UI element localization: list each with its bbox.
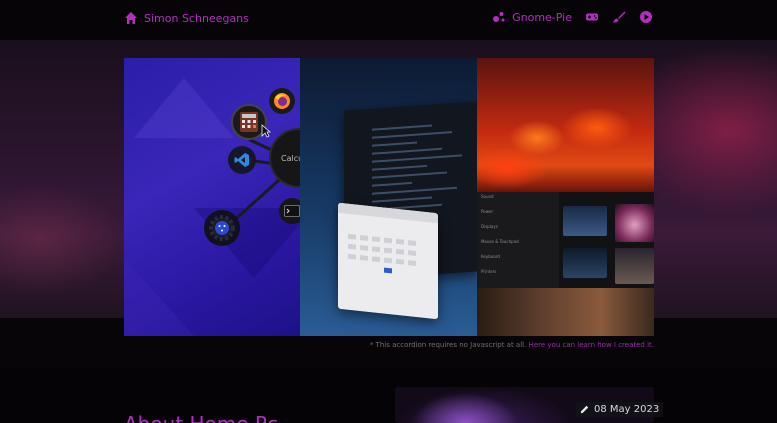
project-link[interactable]: Gnome-Pie <box>492 10 572 24</box>
terminal-icon <box>279 198 300 224</box>
wallpaper-thumbnail <box>615 248 654 284</box>
article-date-badge: 08 May 2023 <box>576 402 664 417</box>
accordion-panel-pie-menu[interactable]: Calcu <box>124 58 300 336</box>
pie-center-label: Calcu <box>281 153 300 163</box>
wood-wallpaper <box>477 288 654 336</box>
pie-center: Calcu <box>269 128 300 188</box>
footnote-text: * This accordion requires no Javascript … <box>369 341 527 349</box>
pencil-icon <box>580 405 589 414</box>
settings-sidebar-item[interactable]: Power <box>481 209 493 214</box>
settings-sidebar-item[interactable]: Sound <box>481 194 494 199</box>
settings-sidebar-item[interactable]: Mouse & Touchpad <box>481 239 519 244</box>
accordion-panel-windows[interactable] <box>300 58 477 336</box>
home-icon <box>125 12 137 24</box>
article-title[interactable]: About Home Pc <box>124 412 278 423</box>
settings-sidebar-item[interactable]: Displays <box>481 224 498 229</box>
wallpaper-thumbnail <box>615 204 654 242</box>
nav-right-group: Gnome-Pie <box>492 10 653 24</box>
screenshot-accordion: Calcu <box>124 58 654 336</box>
firefox-icon <box>269 88 295 114</box>
gamepad-icon[interactable] <box>585 10 599 24</box>
background-shape <box>124 258 194 336</box>
project-link-label: Gnome-Pie <box>512 10 572 24</box>
article-date: 08 May 2023 <box>594 404 660 415</box>
accordion-panel-settings[interactable]: Sound Power Displays Mouse & Touchpad Keyboa… <box>477 58 654 336</box>
home-link[interactable]: Simon Schneegans <box>124 11 249 25</box>
settings-sidebar-item[interactable]: Printers <box>481 269 496 274</box>
brush-icon[interactable] <box>612 10 626 24</box>
settings-window: Sound Power Displays Mouse & Touchpad Keyboa… <box>477 192 654 288</box>
footnote-link[interactable]: Here you can learn how I created it. <box>529 341 654 349</box>
settings-sidebar-item[interactable]: Keyboard <box>481 254 500 259</box>
play-circle-icon[interactable] <box>639 10 653 24</box>
calculator-window <box>338 202 438 320</box>
mouse-cursor-icon <box>261 124 271 138</box>
vscode-icon <box>228 146 256 174</box>
home-link-label: Simon Schneegans <box>144 11 249 25</box>
settings-sidebar: Sound Power Displays Mouse & Touchpad Keyboa… <box>477 192 559 288</box>
accordion-footnote: * This accordion requires no Javascript … <box>124 341 654 349</box>
wallpaper-thumbnail <box>563 248 607 278</box>
top-navigation: Simon Schneegans Gnome-Pie <box>0 0 777 40</box>
background-shape <box>134 78 234 138</box>
bubbles-icon <box>493 12 505 22</box>
gear-icon <box>204 210 240 246</box>
wallpaper-thumbnail <box>563 206 607 236</box>
fire-wallpaper <box>477 58 654 192</box>
